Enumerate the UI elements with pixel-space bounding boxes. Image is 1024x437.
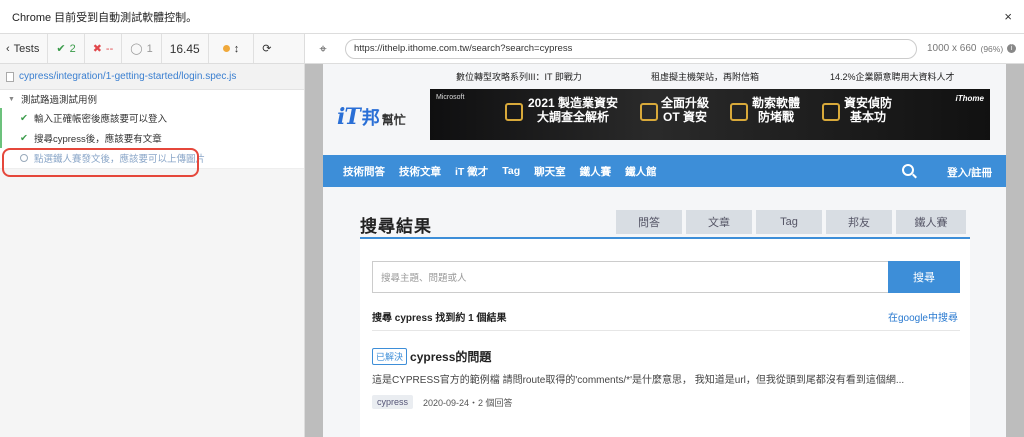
nav-item-ironman[interactable]: 鐵人賽 xyxy=(580,164,612,179)
search-button[interactable]: 搜尋 xyxy=(888,261,960,293)
top-links: 數位轉型攻略系列III：IT 即戰力 租虛擬主機架站，再附信箱 14.2%企業願… xyxy=(323,68,1006,84)
test-row[interactable]: ✔ 搜尋cypress後，應該要有文章 xyxy=(0,128,304,148)
suite-title: 測試路過測試用例 xyxy=(20,95,97,106)
google-search-link[interactable]: 在google中搜尋 xyxy=(888,309,958,324)
spec-file-path[interactable]: cypress/integration/1-getting-started/lo… xyxy=(0,64,304,90)
test-title: 搜尋cypress後，應該要有文章 xyxy=(33,134,162,145)
highlight-annotation xyxy=(2,148,199,177)
divider xyxy=(372,330,960,331)
updown-arrow-icon: ↕ xyxy=(233,42,240,55)
result-title-link[interactable]: cypress的問題 xyxy=(410,348,491,365)
url-text: https://ithelp.ithome.com.tw/search?sear… xyxy=(354,43,573,54)
tab-articles[interactable]: 文章 xyxy=(686,210,752,234)
top-link[interactable]: 租虛擬主機架站，再附信箱 xyxy=(651,70,759,83)
ad-block: 勒索軟體 防堵戰 xyxy=(752,96,801,124)
results-box: 搜尋主題、問題或人 搜尋 搜尋 cypress 找到約 1 個結果 在googl… xyxy=(360,239,970,437)
login-link[interactable]: 登入/註冊 xyxy=(947,165,992,180)
file-icon xyxy=(6,71,14,82)
ad-block: 全面升級 OT 資安 xyxy=(661,96,710,124)
top-link[interactable]: 數位轉型攻略系列III：IT 即戰力 xyxy=(456,70,582,83)
automation-banner-text: Chrome 目前受到自動測試軟體控制。 xyxy=(12,11,198,24)
ad-block: 2021 製造業資安 大調查全解析 xyxy=(528,96,619,124)
viewport-size: 1000 x 660 xyxy=(927,43,977,54)
viewport-zoom: (96%) xyxy=(980,43,1004,54)
selector-playground-icon[interactable]: ⌖ xyxy=(305,41,341,57)
check-icon: ✔ xyxy=(56,43,66,55)
shield-icon xyxy=(640,103,658,121)
aut-url-bar: ⌖ https://ithelp.ithome.com.tw/search?se… xyxy=(305,34,1024,64)
tests-back-button[interactable]: ‹ Tests xyxy=(0,34,49,63)
top-link[interactable]: 14.2%企業願意聘用大資料人才 xyxy=(830,70,955,83)
duration-value: 16.45 xyxy=(169,41,200,56)
search-input[interactable]: 搜尋主題、問題或人 xyxy=(372,261,889,293)
ad-block: 資安偵防 基本功 xyxy=(844,96,893,124)
reload-icon: ⟳ xyxy=(262,43,272,55)
tab-users[interactable]: 邦友 xyxy=(826,210,892,234)
failed-count: ✖ -- xyxy=(85,34,123,63)
logo-it: iT xyxy=(337,104,361,130)
tab-qa[interactable]: 問答 xyxy=(616,210,682,234)
passed-value: 2 xyxy=(69,42,76,55)
automation-banner: Chrome 目前受到自動測試軟體控制。 × xyxy=(0,0,1024,34)
search-icon[interactable] xyxy=(902,164,914,176)
pending-circle-icon: ◯ xyxy=(130,43,143,55)
status-dot-icon xyxy=(222,45,230,52)
ithelp-logo[interactable]: iT 邦 幫忙 xyxy=(337,104,427,134)
spec-path-text: cypress/integration/1-getting-started/lo… xyxy=(19,71,237,82)
tests-label: Tests xyxy=(13,42,40,55)
microsoft-logo: Microsoft xyxy=(436,94,465,101)
close-icon[interactable]: × xyxy=(1004,9,1012,24)
result-excerpt: 這是CYPRESS官方的範例檔 請問route取得的'comments/*'是什… xyxy=(372,375,905,386)
logo-bang: 邦 xyxy=(361,108,380,128)
result-date-answers: 2020-09-24・2 個回答 xyxy=(423,397,513,408)
result-tabs: 問答 文章 Tag 邦友 鐵人賽 xyxy=(616,210,966,234)
logo-help: 幫忙 xyxy=(381,113,406,127)
test-title: 輸入正確帳密後應該要可以登入 xyxy=(33,114,167,125)
chevron-left-icon: ‹ xyxy=(6,42,10,55)
nav-item-chat[interactable]: 聊天室 xyxy=(534,164,566,179)
suite-header[interactable]: ▼ 測試路過測試用例 xyxy=(0,90,304,108)
aut-stage: 數位轉型攻略系列III：IT 即戰力 租虛擬主機架站，再附信箱 14.2%企業願… xyxy=(305,64,1024,437)
solved-badge: 已解決 xyxy=(372,348,408,365)
test-row[interactable]: ✔ 輸入正確帳密後應該要可以登入 xyxy=(0,108,304,128)
chart-icon xyxy=(505,103,523,121)
nav-item-articles[interactable]: 技術文章 xyxy=(399,164,441,179)
results-summary: 搜尋 cypress 找到約 1 個結果 xyxy=(372,313,507,324)
network-icon xyxy=(730,103,748,121)
results-heading: 搜尋結果 xyxy=(360,217,432,236)
ithome-logo: iThome xyxy=(955,94,984,103)
duration: 16.45 xyxy=(162,34,209,63)
nav-item-ironman-hall[interactable]: 鐵人館 xyxy=(625,164,657,179)
ithelp-page: 數位轉型攻略系列III：IT 即戰力 租虛擬主機架站，再附信箱 14.2%企業願… xyxy=(323,64,1006,437)
nav-item-qa[interactable]: 技術問答 xyxy=(343,164,385,179)
tab-tag[interactable]: Tag xyxy=(756,210,822,234)
url-field[interactable]: https://ithelp.ithome.com.tw/search?sear… xyxy=(345,38,917,59)
tag-chip[interactable]: cypress xyxy=(372,395,414,409)
reporter-stats-bar: ‹ Tests ✔ 2 ✖ -- ◯ 1 16.45 ↕ ⟳ xyxy=(0,34,304,64)
x-icon: ✖ xyxy=(92,43,102,55)
check-icon: ✔ xyxy=(20,112,28,124)
check-icon: ✔ xyxy=(20,132,28,144)
cypress-reporter: ‹ Tests ✔ 2 ✖ -- ◯ 1 16.45 ↕ ⟳ cypress/i… xyxy=(0,34,305,437)
main-navbar: 技術問答 技術文章 iT 徵才 Tag 聊天室 鐵人賽 鐵人館 登入/註冊 xyxy=(323,155,1006,187)
pending-value: 1 xyxy=(146,42,153,55)
auto-scroll-toggle[interactable]: ↕ xyxy=(209,34,255,63)
caret-down-icon: ▼ xyxy=(8,95,15,103)
info-icon[interactable]: i xyxy=(1007,44,1017,53)
nav-item-tag[interactable]: Tag xyxy=(502,165,520,177)
tab-ironman[interactable]: 鐵人賽 xyxy=(896,210,966,234)
failed-value: -- xyxy=(105,42,114,55)
nav-item-jobs[interactable]: iT 徵才 xyxy=(455,164,488,179)
result-item-header: 已解決 cypress的問題 xyxy=(372,348,491,365)
result-meta: cypress 2020-09-24・2 個回答 xyxy=(372,395,513,409)
viewport-info[interactable]: 1000 x 660 (96%) i xyxy=(927,43,1017,54)
pending-count: ◯ 1 xyxy=(122,34,162,63)
gear-icon xyxy=(822,103,840,121)
ad-banner[interactable]: Microsoft iThome 2021 製造業資安 大調查全解析 全面升級 … xyxy=(430,89,990,140)
search-results: 搜尋結果 問答 文章 Tag 邦友 鐵人賽 搜尋主題、問題或人 搜尋 搜尋 cy… xyxy=(360,204,970,437)
rerun-button[interactable]: ⟳ xyxy=(254,34,279,63)
stage-gutter xyxy=(1006,64,1024,437)
passed-count: ✔ 2 xyxy=(48,34,85,63)
